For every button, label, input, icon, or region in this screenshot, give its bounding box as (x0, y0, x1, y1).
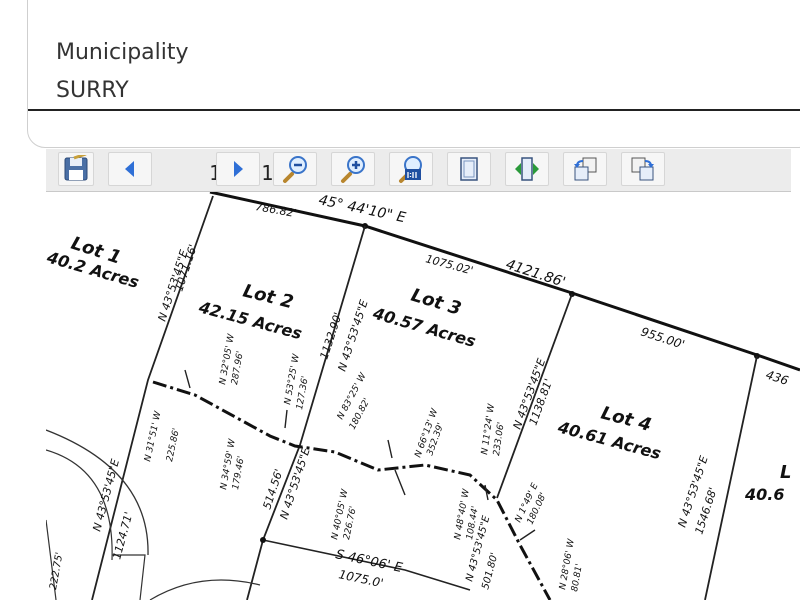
rotate-left-icon (574, 157, 597, 181)
top-bearing-label: 45° 44'10" E (317, 192, 407, 226)
rotate-right-icon (631, 157, 654, 181)
zoom-in-icon (341, 156, 365, 183)
creek-course-label: N 31°51' W (143, 409, 164, 462)
lot-5-label: L 40.6 (744, 462, 791, 504)
creek-course-label: 225.86' (165, 427, 182, 462)
lot-1-label: Lot 1 40.2 Acres (46, 233, 141, 292)
fit-page-button[interactable] (447, 152, 491, 186)
corner-marker (260, 537, 266, 543)
distance-1124-label: 1124.71' (110, 511, 135, 561)
distance-501-label: 501.80' (480, 551, 500, 590)
zoom-out-icon (283, 156, 307, 183)
rotate-left-button[interactable] (563, 152, 607, 186)
north-boundary-line (209, 192, 800, 372)
municipality-value: SURRY (56, 78, 129, 103)
floppy-disk-icon (64, 155, 88, 181)
previous-page-button[interactable] (108, 152, 152, 186)
fit-page-icon (460, 157, 478, 181)
document-page[interactable]: Lot 1 40.2 Acres Lot 2 42.15 Acres Lot 3… (46, 192, 800, 600)
svg-text:40.57 Acres: 40.57 Acres (370, 303, 478, 351)
zoom-out-button[interactable] (273, 152, 317, 186)
arc-line (112, 554, 146, 600)
creek-course-label: 80.81' (570, 563, 585, 593)
viewer-toolbar: 1 / 1 (46, 149, 791, 192)
svg-text:L: L (780, 462, 791, 483)
lot-4-label: Lot 4 40.61 Acres (555, 403, 663, 464)
lot-line-4-5 (704, 355, 758, 600)
field-underline (28, 109, 800, 111)
triangle-left-icon (125, 161, 134, 177)
creek-course-label: 127.36' (295, 375, 311, 410)
distance-1075-label: 1075.02' (424, 252, 474, 277)
triangle-right-icon (234, 161, 243, 177)
bearing-label: N 43°53'45"E (90, 458, 122, 533)
municipality-label: Municipality (56, 40, 189, 65)
lot-3-label: Lot 3 40.57 Acres (370, 285, 478, 351)
svg-text:40.6: 40.6 (744, 485, 784, 504)
svg-text:Lot 2: Lot 2 (241, 280, 296, 313)
survey-plat-drawing: Lot 1 40.2 Acres Lot 2 42.15 Acres Lot 3… (46, 192, 800, 600)
zoom-in-button[interactable] (331, 152, 375, 186)
creek-course-label: 233.06' (492, 421, 507, 456)
distance-4121-label: 4121.86' (504, 257, 568, 291)
lot-2-label: Lot 2 42.15 Acres (196, 280, 304, 343)
details-card (27, 0, 800, 148)
arc-line (149, 579, 261, 600)
rotate-right-button[interactable] (621, 152, 665, 186)
distance-786-label: 786.82' (254, 200, 297, 220)
fit-width-button[interactable] (505, 152, 549, 186)
actual-size-icon (399, 156, 422, 183)
save-button[interactable] (58, 152, 94, 186)
distance-436-label: 436 (764, 368, 790, 389)
actual-size-button[interactable] (389, 152, 433, 186)
next-page-button[interactable] (216, 152, 260, 186)
fit-width-icon (515, 157, 539, 181)
arc-line (46, 429, 149, 556)
